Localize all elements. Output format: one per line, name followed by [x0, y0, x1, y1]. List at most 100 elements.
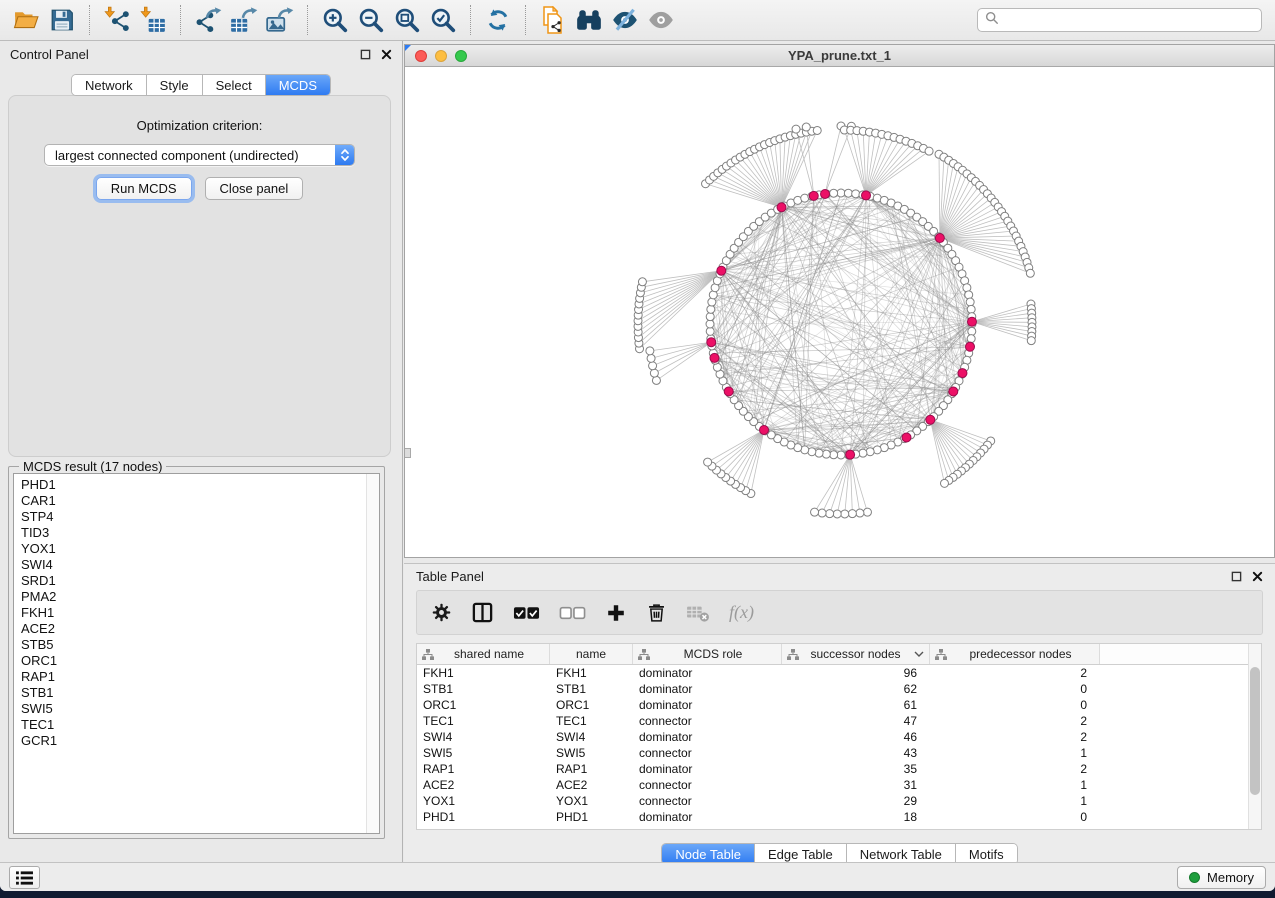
network-canvas[interactable]: [405, 67, 1274, 557]
function-builder-button[interactable]: f(x): [729, 602, 754, 623]
add-column-button[interactable]: [605, 602, 627, 624]
search-icon: [985, 11, 999, 30]
network-graph: [405, 67, 1274, 557]
close-panel-icon[interactable]: [381, 49, 392, 60]
export-table-button[interactable]: [226, 3, 262, 37]
window-close-button[interactable]: [415, 50, 427, 62]
table-row[interactable]: YOX1YOX1connector291: [417, 793, 1248, 809]
table-cell: 31: [782, 777, 930, 793]
delete-column-button[interactable]: [646, 602, 667, 624]
split-pane-button[interactable]: [471, 601, 494, 624]
control-panel-title: Control Panel: [10, 47, 89, 62]
network-overview-button[interactable]: [571, 3, 607, 37]
mcds-list-scrollbar[interactable]: [366, 474, 379, 833]
table-row[interactable]: ACE2ACE2connector311: [417, 777, 1248, 793]
tab-network-table[interactable]: Network Table: [846, 844, 955, 864]
float-panel-icon[interactable]: [360, 49, 371, 60]
mcds-result-item[interactable]: TEC1: [21, 717, 379, 733]
window-zoom-button[interactable]: [455, 50, 467, 62]
search-input[interactable]: [1004, 13, 1254, 28]
mcds-result-item[interactable]: FKH1: [21, 605, 379, 621]
close-panel-icon[interactable]: [1252, 571, 1263, 582]
import-network-button[interactable]: [99, 3, 135, 37]
table-row[interactable]: RAP1RAP1dominator352: [417, 761, 1248, 777]
table-row[interactable]: STB1STB1dominator620: [417, 681, 1248, 697]
toolbar-separator: [180, 5, 181, 35]
select-all-rows-button[interactable]: [513, 606, 540, 620]
splitter-handle[interactable]: [405, 448, 411, 458]
mcds-result-item[interactable]: SWI5: [21, 701, 379, 717]
mcds-node: [760, 425, 769, 434]
table-row[interactable]: SWI4SWI4dominator462: [417, 729, 1248, 745]
hide-selected-button[interactable]: [607, 3, 643, 37]
network-window-titlebar[interactable]: YPA_prune.txt_1: [405, 45, 1274, 67]
delete-table-button[interactable]: [686, 603, 710, 623]
tab-select[interactable]: Select: [202, 75, 265, 95]
run-mcds-button[interactable]: Run MCDS: [96, 177, 192, 200]
zoom-fit-button[interactable]: [389, 3, 425, 37]
import-table-button[interactable]: [135, 3, 171, 37]
table-scrollbar[interactable]: [1248, 644, 1261, 829]
mcds-result-item[interactable]: STB1: [21, 685, 379, 701]
tab-motifs[interactable]: Motifs: [955, 844, 1017, 864]
table-cell: PHD1: [550, 809, 633, 825]
table-cell: connector: [633, 745, 782, 761]
mcds-result-item[interactable]: PMA2: [21, 589, 379, 605]
table-row[interactable]: PHD1PHD1dominator180: [417, 809, 1248, 825]
column-header-name[interactable]: name: [550, 644, 633, 664]
mcds-result-item[interactable]: RAP1: [21, 669, 379, 685]
tab-style[interactable]: Style: [146, 75, 202, 95]
tab-network[interactable]: Network: [72, 75, 146, 95]
mcds-result-item[interactable]: SWI4: [21, 557, 379, 573]
clone-network-button[interactable]: [535, 3, 571, 37]
table-scrollbar-thumb[interactable]: [1250, 667, 1260, 795]
open-session-button[interactable]: [8, 3, 44, 37]
mcds-result-item[interactable]: SRD1: [21, 573, 379, 589]
deselect-all-rows-button[interactable]: [559, 606, 586, 620]
leaf-node: [833, 510, 841, 518]
tab-node-table[interactable]: Node Table: [662, 844, 754, 864]
tab-mcds[interactable]: MCDS: [265, 75, 330, 95]
mcds-result-item[interactable]: GCR1: [21, 733, 379, 749]
column-header-MCDS-role[interactable]: MCDS role: [633, 644, 782, 664]
column-header-predecessor-nodes[interactable]: predecessor nodes: [930, 644, 1100, 664]
search-box[interactable]: [977, 8, 1262, 32]
mcds-node: [846, 450, 855, 459]
window-minimize-button[interactable]: [435, 50, 447, 62]
zoom-out-button[interactable]: [353, 3, 389, 37]
optimization-criterion-select[interactable]: largest connected component (undirected): [44, 144, 355, 166]
table-settings-button[interactable]: [431, 602, 452, 623]
mcds-result-item[interactable]: CAR1: [21, 493, 379, 509]
mcds-result-item[interactable]: STB5: [21, 637, 379, 653]
table-cell: RAP1: [417, 761, 550, 777]
show-panels-button[interactable]: [9, 866, 40, 889]
column-header-shared-name[interactable]: shared name: [417, 644, 550, 664]
tab-edge-table[interactable]: Edge Table: [754, 844, 846, 864]
mcds-options-box: Optimization criterion: largest connecte…: [8, 95, 391, 457]
mcds-node: [777, 203, 786, 212]
mcds-result-item[interactable]: PHD1: [21, 477, 379, 493]
table-row[interactable]: ORC1ORC1dominator610: [417, 697, 1248, 713]
table-cell: 29: [782, 793, 930, 809]
mcds-result-item[interactable]: TID3: [21, 525, 379, 541]
ring-node: [706, 320, 714, 328]
mcds-result-item[interactable]: STP4: [21, 509, 379, 525]
zoom-selected-button[interactable]: [425, 3, 461, 37]
table-row[interactable]: FKH1FKH1dominator962: [417, 665, 1248, 681]
column-header-successor-nodes[interactable]: successor nodes: [782, 644, 930, 664]
apply-layout-button[interactable]: [480, 3, 516, 37]
save-session-button[interactable]: [44, 3, 80, 37]
mcds-result-list[interactable]: PHD1CAR1STP4TID3YOX1SWI4SRD1PMA2FKH1ACE2…: [13, 473, 380, 834]
mcds-result-item[interactable]: YOX1: [21, 541, 379, 557]
memory-button[interactable]: Memory: [1177, 866, 1266, 889]
mcds-result-item[interactable]: ACE2: [21, 621, 379, 637]
mcds-result-item[interactable]: ORC1: [21, 653, 379, 669]
export-network-button[interactable]: [190, 3, 226, 37]
table-row[interactable]: SWI5SWI5connector431: [417, 745, 1248, 761]
export-image-button[interactable]: [262, 3, 298, 37]
table-row[interactable]: TEC1TEC1connector472: [417, 713, 1248, 729]
show-all-button[interactable]: [643, 3, 679, 37]
zoom-in-button[interactable]: [317, 3, 353, 37]
float-panel-icon[interactable]: [1231, 571, 1242, 582]
close-panel-button[interactable]: Close panel: [205, 177, 304, 200]
